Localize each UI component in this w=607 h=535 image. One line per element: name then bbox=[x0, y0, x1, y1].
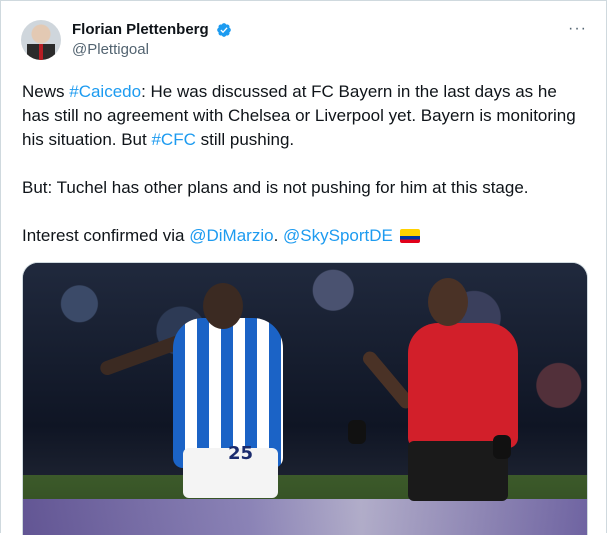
mention-skysportde-link[interactable]: @SkySportDE bbox=[283, 226, 393, 245]
player-right-glove-right bbox=[493, 435, 511, 459]
player-right-shirt bbox=[408, 323, 518, 448]
text-segment: Interest confirmed via bbox=[22, 226, 190, 245]
mention-dimarzio-link[interactable]: @DiMarzio bbox=[189, 226, 273, 245]
tweet-paragraph-3: Interest confirmed via @DiMarzio. @SkySp… bbox=[22, 224, 587, 248]
player-left-head bbox=[203, 283, 243, 329]
text-segment: . bbox=[273, 226, 284, 245]
text-segment: News bbox=[22, 82, 70, 101]
tweet-paragraph-1: News #Caicedo: He was discussed at FC Ba… bbox=[22, 80, 587, 152]
tweet-text: News #Caicedo: He was discussed at FC Ba… bbox=[22, 80, 587, 272]
author-handle[interactable]: @Plettigoal bbox=[72, 41, 149, 58]
player-left-number: 25 bbox=[228, 443, 254, 464]
player-right-head bbox=[428, 278, 468, 326]
avatar[interactable] bbox=[21, 20, 61, 60]
hashtag-caicedo-link[interactable]: #Caicedo bbox=[69, 82, 141, 101]
tweet-paragraph-2: But: Tuchel has other plans and is not p… bbox=[22, 178, 529, 197]
advertising-board bbox=[23, 499, 587, 535]
text-segment: still pushing. bbox=[195, 130, 295, 149]
tweet-media-image[interactable]: 25 bbox=[22, 262, 588, 535]
ecuador-flag-icon bbox=[399, 229, 420, 243]
player-right-glove-left bbox=[348, 420, 366, 444]
avatar-tie bbox=[39, 44, 43, 60]
author-name[interactable]: Florian Plettenberg bbox=[72, 21, 209, 38]
more-options-icon[interactable]: ··· bbox=[568, 20, 587, 38]
hashtag-cfc-link[interactable]: #CFC bbox=[151, 130, 195, 149]
verified-badge-icon bbox=[217, 23, 231, 37]
